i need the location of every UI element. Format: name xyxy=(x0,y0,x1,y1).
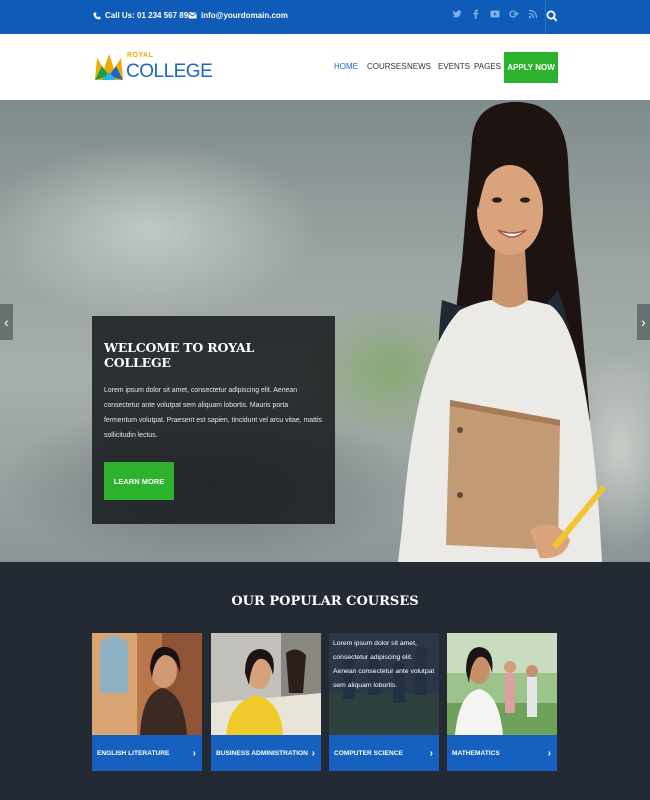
course-image xyxy=(92,633,202,735)
course-card-business[interactable]: BUSINESS ADMINISTRATION › xyxy=(211,633,321,771)
email-text: info@yourdomain.com xyxy=(201,11,288,20)
popular-courses-section: OUR POPULAR COURSES ENGLISH LITERATURE › xyxy=(0,562,650,800)
hero-caption-box: WELCOME TO ROYAL COLLEGE Lorem ipsum dol… xyxy=(92,316,335,524)
chevron-right-icon[interactable]: › xyxy=(312,748,315,759)
nav-home[interactable]: HOME xyxy=(334,62,367,71)
nav-pages[interactable]: PAGES xyxy=(474,62,504,71)
hero-description: Lorem ipsum dolor sit amet, consectetur … xyxy=(104,387,322,439)
phone-text: Call Us: 01 234 567 890 xyxy=(105,11,193,20)
learn-more-button[interactable]: LEARN MORE xyxy=(104,462,174,500)
email-contact[interactable]: info@yourdomain.com xyxy=(188,11,288,20)
course-title-bar: MATHEMATICS › xyxy=(447,735,557,771)
course-title-bar: ENGLISH LITERATURE › xyxy=(92,735,202,771)
nav-courses[interactable]: COURSES xyxy=(367,62,407,71)
nav-news[interactable]: NEWS xyxy=(407,62,438,71)
course-card-computer-science[interactable]: Lorem ipsum dolor sit amet, consectetur … xyxy=(329,633,439,771)
course-title: BUSINESS ADMINISTRATION xyxy=(216,749,308,757)
google-plus-icon[interactable] xyxy=(509,9,519,22)
site-logo[interactable]: ROYAL COLLEGE xyxy=(93,50,213,84)
chevron-right-icon[interactable]: › xyxy=(548,748,551,759)
course-title-bar: COMPUTER SCIENCE › xyxy=(329,735,439,771)
nav-events[interactable]: EVENTS xyxy=(438,62,474,71)
apply-now-button[interactable]: APPLY NOW xyxy=(504,52,558,83)
logo-top-text: ROYAL xyxy=(127,52,154,59)
social-links xyxy=(452,9,538,22)
course-image xyxy=(211,633,321,735)
course-card-mathematics[interactable]: MATHEMATICS › xyxy=(447,633,557,771)
student-photo xyxy=(398,101,606,562)
course-title-bar: BUSINESS ADMINISTRATION › xyxy=(211,735,321,771)
search-icon[interactable] xyxy=(546,9,558,23)
course-title: MATHEMATICS xyxy=(452,749,500,757)
envelope-icon xyxy=(188,11,197,20)
twitter-icon[interactable] xyxy=(452,9,462,22)
chevron-right-icon[interactable]: › xyxy=(193,748,196,759)
section-heading: OUR POPULAR COURSES xyxy=(231,594,419,609)
youtube-icon[interactable] xyxy=(490,9,500,22)
rss-icon[interactable] xyxy=(528,9,538,22)
hero-slider: ‹ › WELCOME TO ROYAL COLLEGE Lorem ipsum… xyxy=(0,100,650,562)
course-card-english[interactable]: ENGLISH LITERATURE › xyxy=(92,633,202,771)
course-description-overlay: Lorem ipsum dolor sit amet, consectetur … xyxy=(329,633,439,735)
chevron-right-icon[interactable]: › xyxy=(430,748,433,759)
phone-icon xyxy=(92,11,101,20)
main-nav: HOME COURSES NEWS EVENTS PAGES xyxy=(334,62,504,71)
course-title: ENGLISH LITERATURE xyxy=(97,749,170,757)
course-image xyxy=(447,633,557,735)
course-title: COMPUTER SCIENCE xyxy=(334,749,403,757)
hero-title: WELCOME TO ROYAL COLLEGE xyxy=(104,340,255,370)
slider-next-arrow[interactable]: › xyxy=(637,304,650,340)
top-bar: Call Us: 01 234 567 890 info@yourdomain.… xyxy=(0,0,650,34)
phone-contact[interactable]: Call Us: 01 234 567 890 xyxy=(92,11,193,20)
background-blur xyxy=(0,140,320,320)
crown-logo-icon xyxy=(95,54,123,80)
slider-prev-arrow[interactable]: ‹ xyxy=(0,304,13,340)
logo-main-text: COLLEGE xyxy=(126,61,213,82)
facebook-icon[interactable] xyxy=(471,9,481,22)
site-header: ROYAL COLLEGE HOME COURSES NEWS EVENTS P… xyxy=(0,34,650,100)
